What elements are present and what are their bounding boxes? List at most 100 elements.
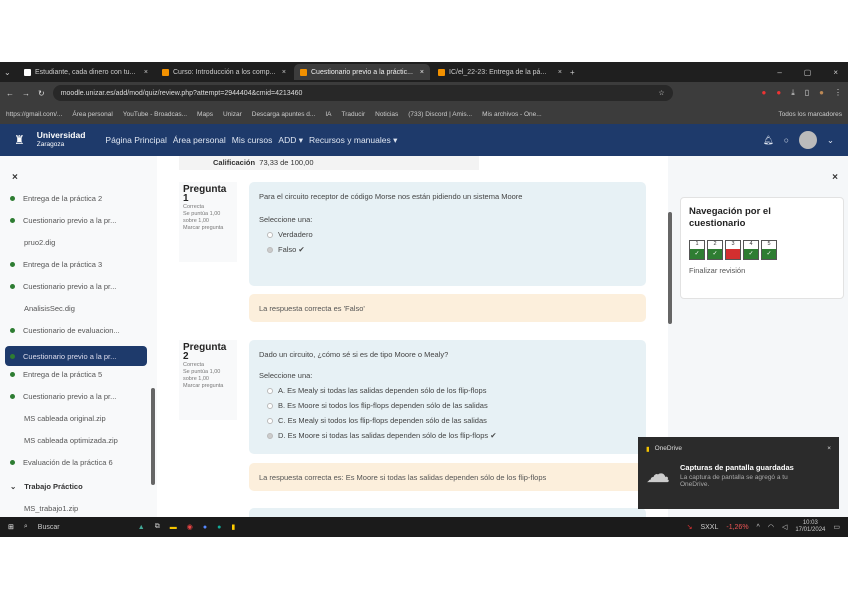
quiz-nav-question-2[interactable]: 2 ✓ (707, 240, 723, 260)
wifi-icon[interactable]: ◠ (768, 523, 774, 531)
notes-icon[interactable]: ▮ (231, 523, 235, 531)
course-index-item[interactable]: Evaluación de la práctica 6 (10, 458, 113, 467)
close-window-icon[interactable]: × (833, 68, 838, 77)
bookmark[interactable]: Área personal (72, 111, 112, 118)
star-icon[interactable]: ☆ (658, 89, 664, 97)
answer-option[interactable]: D. Es Moore si todas las salidas depende… (267, 431, 636, 440)
course-index-item[interactable]: Cuestionario de evaluacion... (10, 326, 120, 335)
browser-tab[interactable]: Estudiante, cada dinero con tu... × (18, 64, 154, 80)
reload-icon[interactable]: ↻ (38, 89, 45, 98)
course-index-item[interactable]: Cuestionario previo a la pr... (10, 392, 116, 401)
course-index-item[interactable]: AnalisisSec.dig (24, 304, 75, 313)
bookmark[interactable]: Descarga apuntes d... (252, 111, 316, 118)
course-index-item[interactable]: Entrega de la práctica 5 (10, 370, 102, 379)
nav-home[interactable]: Página Principal (105, 135, 166, 145)
bell-icon[interactable]: 🔔︎ (763, 135, 774, 146)
chat-icon[interactable]: ○ (784, 135, 789, 145)
answer-option[interactable]: B. Es Moore si todos los flip-flops depe… (267, 401, 636, 410)
answer-option[interactable]: Verdadero (267, 230, 636, 239)
quiz-nav-question-4[interactable]: 4 ✓ (743, 240, 759, 260)
course-index-item[interactable]: Entrega de la práctica 2 (10, 194, 102, 203)
all-bookmarks[interactable]: Todos los marcadores (778, 111, 842, 118)
nav-resources[interactable]: Recursos y manuales ▾ (309, 135, 397, 146)
radio[interactable] (267, 432, 273, 439)
quiz-nav-question-1[interactable]: 1 ✓ (689, 240, 705, 260)
close-tab-icon[interactable]: × (282, 69, 286, 76)
bookmark[interactable]: Maps (197, 111, 213, 118)
close-drawer-icon[interactable]: × (832, 172, 838, 183)
answer-option[interactable]: A. Es Mealy si todas las salidas depende… (267, 386, 636, 395)
onedrive-notification[interactable]: ▮ OneDrive × ☁ Capturas de pantalla guarda… (638, 437, 839, 509)
extension-icon[interactable]: ● (776, 88, 781, 98)
edge-icon[interactable]: ● (217, 524, 221, 531)
chevron-down-icon[interactable]: ⌄ (827, 135, 834, 146)
bookmark[interactable]: Unizar (223, 111, 242, 118)
extension-icon[interactable]: ● (762, 88, 767, 98)
clock-date[interactable]: 17/01/2024 (795, 527, 825, 533)
task-view-icon[interactable]: ⧉ (155, 523, 160, 531)
tray-chevron-icon[interactable]: ^ (757, 524, 760, 531)
close-notification-icon[interactable]: × (827, 445, 831, 453)
site-logo[interactable]: Universidad Zaragoza (37, 131, 86, 149)
course-index-item[interactable]: Cuestionario previo a la pr... (10, 282, 116, 291)
main-scrollbar[interactable] (668, 212, 672, 324)
bookmark[interactable]: Mis archivos - One... (482, 111, 542, 118)
course-index-item[interactable]: MS cableada original.zip (24, 414, 106, 423)
radio[interactable] (267, 402, 273, 409)
url-input[interactable]: moodle.unizar.es/add/mod/quiz/review.php… (52, 85, 673, 101)
browser-tab[interactable]: IC/el_22-23: Entrega de la pá... × (432, 64, 568, 80)
radio[interactable] (267, 417, 273, 424)
close-tab-icon[interactable]: × (558, 69, 562, 76)
profile-icon[interactable]: ● (819, 88, 824, 98)
radio[interactable] (267, 231, 273, 238)
quiz-nav-question-5[interactable]: 5 ✓ (761, 240, 777, 260)
search-icon[interactable]: ⌕ (24, 523, 28, 531)
radio[interactable] (267, 246, 273, 253)
avatar[interactable] (798, 131, 817, 149)
nav-dashboard[interactable]: Área personal (173, 135, 226, 145)
answer-option[interactable]: C. Es Mealy si todos los flip-flops depe… (267, 416, 636, 425)
browser-tab-active[interactable]: Cuestionario previo a la práctic... × (294, 64, 430, 80)
file-explorer-icon[interactable]: ▬ (170, 524, 177, 531)
volume-icon[interactable]: ◁ (782, 523, 787, 531)
tab-search-icon[interactable]: ⌄ (4, 68, 16, 77)
quiz-nav-question-3[interactable]: 3 (725, 240, 741, 260)
minimize-icon[interactable]: – (777, 68, 781, 77)
course-index-item[interactable]: Entrega de la práctica 3 (10, 260, 102, 269)
menu-icon[interactable]: ⋮ (834, 88, 842, 98)
maximize-icon[interactable]: ▢ (804, 68, 812, 77)
nav-add[interactable]: ADD ▾ (278, 135, 303, 146)
course-index-item[interactable]: pruo2.dig (24, 238, 55, 247)
flag-question-link[interactable]: Marcar pregunta (183, 383, 223, 389)
bookmark[interactable]: (733) Discord | Amis... (408, 111, 472, 118)
flag-question-link[interactable]: Marcar pregunta (183, 225, 223, 231)
finish-review-link[interactable]: Finalizar revisión (689, 266, 835, 275)
notification-center-icon[interactable]: ▭ (833, 523, 840, 531)
course-index-item[interactable]: Cuestionario previo a la pr... (10, 216, 116, 225)
bookmark[interactable]: https://gmail.com/... (6, 111, 62, 118)
left-scrollbar[interactable] (151, 388, 155, 485)
back-icon[interactable]: ← (6, 89, 14, 98)
close-tab-icon[interactable]: × (420, 69, 424, 76)
browser-tab[interactable]: Curso: Introducción a los comp... × (156, 64, 292, 80)
answer-option[interactable]: Falso ✔ (267, 245, 636, 254)
taskbar-search[interactable]: Buscar (38, 524, 128, 531)
sidepanel-icon[interactable]: ▯ (805, 88, 809, 98)
chrome-icon[interactable]: ◉ (187, 523, 193, 531)
windows-start-icon[interactable]: ⊞ (8, 523, 14, 531)
bookmark[interactable]: Noticias (375, 111, 398, 118)
close-drawer-icon[interactable]: × (12, 172, 18, 183)
new-tab-icon[interactable]: + (570, 68, 575, 77)
nav-my-courses[interactable]: Mis cursos (232, 135, 273, 145)
widgets-icon[interactable]: ▲ (138, 524, 145, 531)
course-index-item[interactable]: MS cableada optimizada.zip (24, 436, 118, 445)
bookmark[interactable]: IA (325, 111, 331, 118)
forward-icon[interactable]: → (22, 89, 30, 98)
close-tab-icon[interactable]: × (144, 69, 148, 76)
bookmark[interactable]: Traducir (342, 111, 366, 118)
discord-icon[interactable]: ● (203, 524, 207, 531)
course-index-item[interactable]: MS_trabajo1.zip (24, 504, 78, 513)
clock-time[interactable]: 10:03 (803, 520, 818, 526)
radio[interactable] (267, 387, 273, 394)
section-trabajo-practico[interactable]: ⌄ Trabajo Práctico (10, 482, 83, 491)
